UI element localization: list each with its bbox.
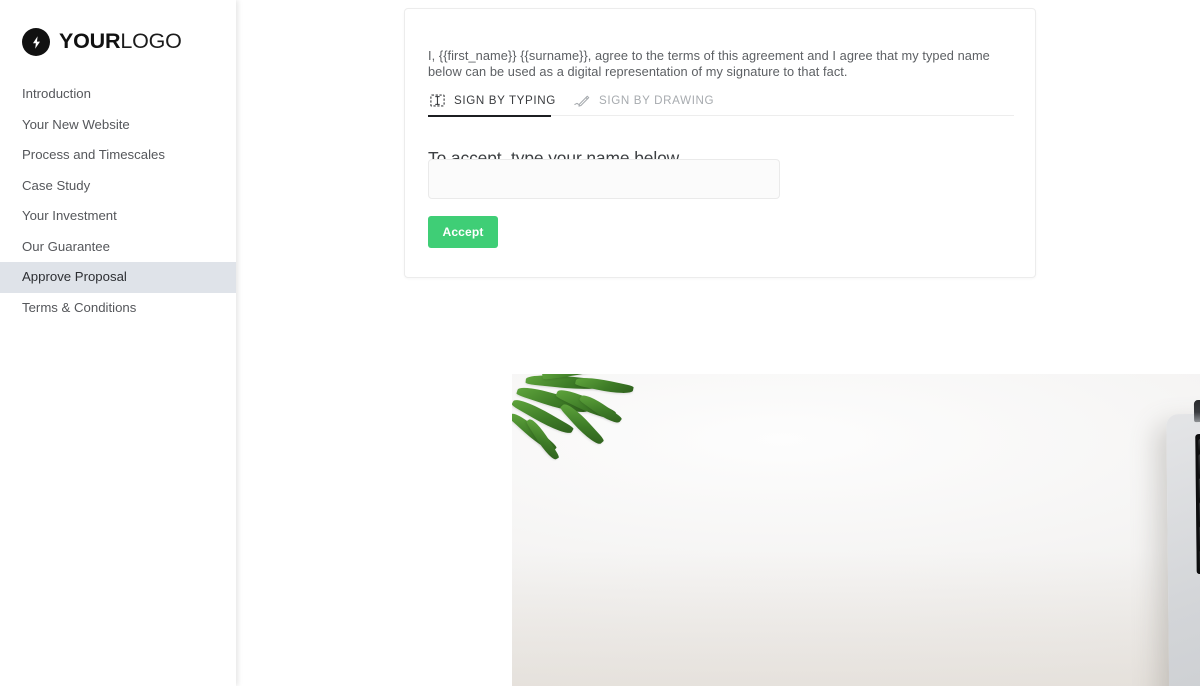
signature-name-input[interactable] (428, 159, 780, 199)
sidebar-item-terms-and-conditions[interactable]: Terms & Conditions (0, 293, 236, 324)
tab-sign-by-drawing-label: SIGN BY DRAWING (599, 94, 715, 107)
laptop-hinge (1193, 395, 1200, 423)
hero-photo: esc F1 F2 F3 F4 F5 F6 F7 F8 F9 F10 F11 F… (512, 374, 1200, 686)
signature-method-tabs: SIGN BY TYPING SIGN BY DRAWING (428, 85, 1014, 117)
brand-name-bold: YOUR (59, 29, 121, 54)
proposal-approval-page: YOURLOGO Introduction Your New Website P… (0, 0, 1200, 686)
desk-shadow (512, 551, 1200, 686)
lightning-bolt-icon (22, 28, 50, 56)
accept-button[interactable]: Accept (428, 216, 498, 248)
sidebar-item-your-investment[interactable]: Your Investment (0, 201, 236, 232)
brand-logo[interactable]: YOURLOGO (22, 27, 182, 57)
laptop-keyboard: esc F1 F2 F3 F4 F5 F6 F7 F8 F9 F10 F11 F… (1195, 429, 1200, 575)
main-content: I, {{first_name}} {{surname}}, agree to … (236, 0, 1200, 686)
tab-sign-by-typing[interactable]: SIGN BY TYPING (428, 85, 556, 117)
sidebar-item-introduction[interactable]: Introduction (0, 79, 236, 110)
sidebar-item-process-and-timescales[interactable]: Process and Timescales (0, 140, 236, 171)
tab-sign-by-drawing[interactable]: SIGN BY DRAWING (573, 85, 714, 116)
text-cursor-icon (428, 93, 446, 109)
tab-sign-by-typing-label: SIGN BY TYPING (454, 94, 556, 107)
sidebar-item-approve-proposal[interactable]: Approve Proposal (0, 262, 236, 293)
agreement-text: I, {{first_name}} {{surname}}, agree to … (428, 47, 990, 80)
plant-decoration (512, 374, 672, 463)
sidebar: YOURLOGO Introduction Your New Website P… (0, 0, 236, 686)
sidebar-item-your-new-website[interactable]: Your New Website (0, 110, 236, 141)
brand-name: YOURLOGO (59, 31, 182, 53)
sidebar-item-case-study[interactable]: Case Study (0, 171, 236, 202)
sidebar-item-our-guarantee[interactable]: Our Guarantee (0, 232, 236, 263)
brand-name-light: LOGO (120, 29, 182, 54)
sidebar-nav: Introduction Your New Website Process an… (0, 79, 236, 323)
pen-signature-icon (573, 93, 591, 109)
signature-card: I, {{first_name}} {{surname}}, agree to … (404, 8, 1036, 278)
